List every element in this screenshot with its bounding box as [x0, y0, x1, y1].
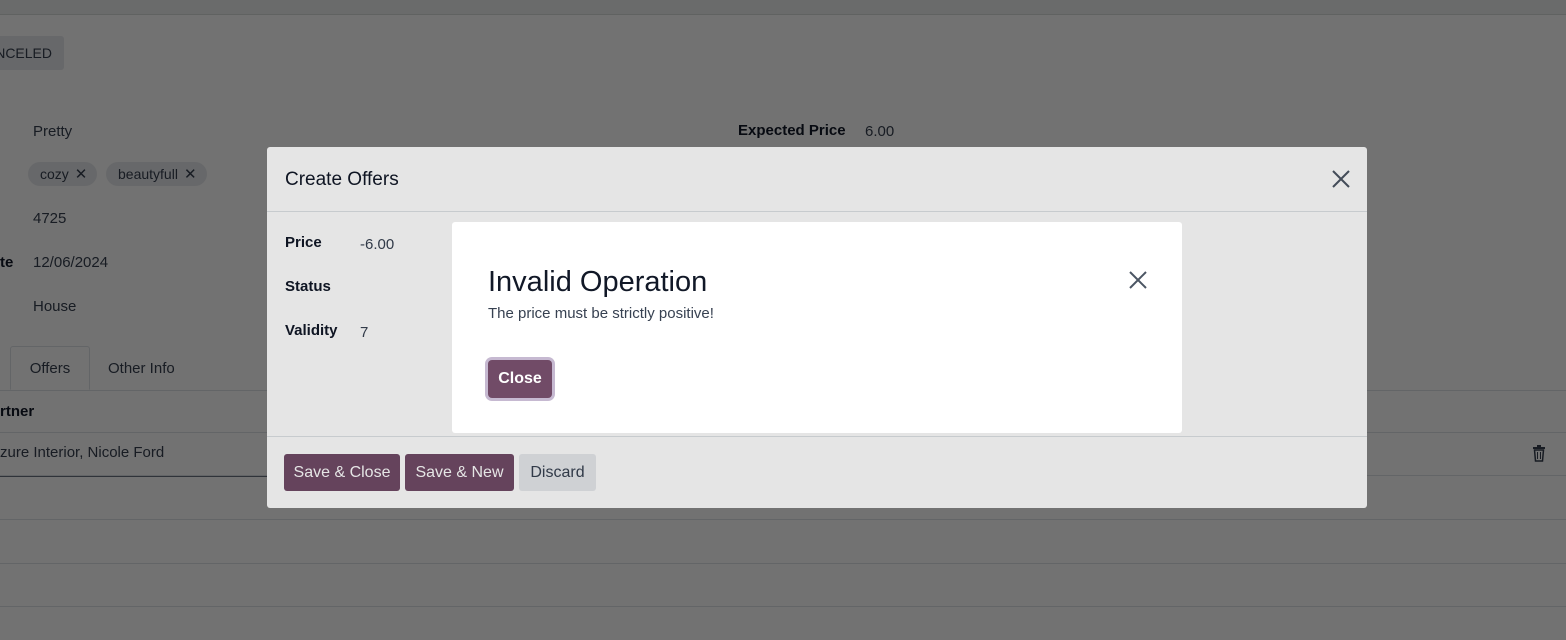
- close-button[interactable]: Close: [488, 360, 552, 398]
- error-title: Invalid Operation: [488, 266, 708, 298]
- close-icon[interactable]: [1126, 268, 1150, 292]
- error-message: The price must be strictly positive!: [488, 305, 714, 322]
- error-dialog: Invalid Operation The price must be stri…: [452, 222, 1182, 433]
